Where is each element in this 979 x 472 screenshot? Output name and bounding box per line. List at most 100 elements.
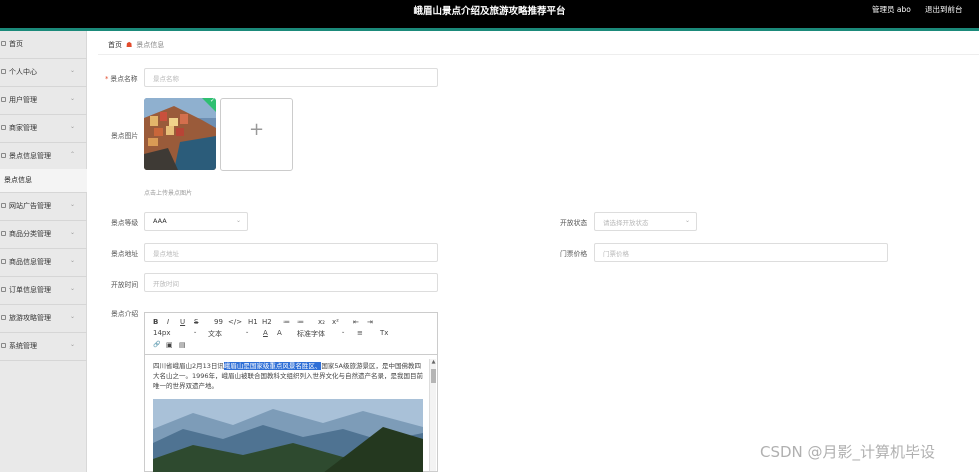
home-icon <box>1 41 6 46</box>
order-icon <box>1 287 6 292</box>
level-value: AAA <box>153 217 167 225</box>
sidebar-item-products[interactable]: 商品信息管理 ⌄ <box>0 249 87 277</box>
chevron-down-icon: ⌄ <box>684 217 690 224</box>
ordered-list-button[interactable]: ≔ <box>283 318 290 326</box>
link-icon[interactable]: 🔗 <box>153 341 160 348</box>
users-icon <box>1 97 6 102</box>
home-icon: ☗ <box>126 41 133 49</box>
category-icon <box>1 231 6 236</box>
level-select[interactable]: AAA ⌄ <box>144 212 248 231</box>
sidebar-item-label: 订单信息管理 <box>9 286 51 294</box>
chevron-down-icon: ⌄ <box>70 341 76 348</box>
product-icon <box>1 259 6 264</box>
uploaded-image-thumbnail[interactable]: ✓ <box>144 98 216 170</box>
chevron-down-icon: ⌄ <box>193 329 198 335</box>
sidebar-item-guides[interactable]: 旅游攻略管理 ⌄ <box>0 305 87 333</box>
text-style-select[interactable]: 文本 <box>208 329 222 339</box>
font-color-button[interactable]: A <box>263 329 268 337</box>
sidebar-item-scenic[interactable]: 景点信息管理 ⌃ <box>0 143 87 171</box>
mountain-image <box>153 399 423 472</box>
content-text: 四川省峨眉山2月13日讯 <box>153 362 224 370</box>
watermark: CSDN @月影_计算机毕设 <box>760 443 936 461</box>
upload-tip: 点击上传景点图片 <box>144 190 193 197</box>
sidebar-item-ads[interactable]: 网站广告管理 ⌄ <box>0 193 87 221</box>
status-select[interactable]: 请选择开放状态 ⌄ <box>594 212 697 231</box>
sidebar-item-product-category[interactable]: 商品分类管理 ⌄ <box>0 221 87 249</box>
image-icon[interactable]: ▣ <box>166 341 173 349</box>
chevron-down-icon: ⌄ <box>341 329 346 335</box>
shop-icon <box>1 125 6 130</box>
sidebar-subitem-scenic-info[interactable]: 景点信息 <box>0 169 87 193</box>
name-placeholder: 景点名称 <box>153 75 179 83</box>
outdent-button[interactable]: ⇤ <box>353 318 359 326</box>
sidebar-item-label: 个人中心 <box>9 68 37 76</box>
level-label: 景点等级 <box>111 219 139 227</box>
hours-input[interactable]: 开放时间 <box>144 273 438 292</box>
italic-button[interactable]: I <box>167 318 169 326</box>
settings-icon <box>1 343 6 348</box>
chevron-down-icon: ⌄ <box>245 329 250 335</box>
editor-toolbar: B I U S 99 </> H1 H2 ≔ ≔ x₂ x² ⇤ ⇥ 14px … <box>145 313 437 355</box>
font-size-select[interactable]: 14px <box>153 329 171 337</box>
h1-button[interactable]: H1 <box>248 318 258 326</box>
sidebar-item-users[interactable]: 用户管理 ⌄ <box>0 87 87 115</box>
check-icon: ✓ <box>209 98 215 104</box>
address-label: 景点地址 <box>111 250 139 258</box>
font-family-select[interactable]: 标准字体 <box>297 329 325 339</box>
bullet-list-button[interactable]: ≔ <box>297 318 304 326</box>
sidebar-item-home[interactable]: 首页 <box>0 31 87 59</box>
code-button[interactable]: </> <box>228 318 242 326</box>
bold-button[interactable]: B <box>153 318 158 326</box>
logout-link[interactable]: 退出到前台 <box>925 4 963 15</box>
status-placeholder: 请选择开放状态 <box>603 219 649 227</box>
h2-button[interactable]: H2 <box>262 318 272 326</box>
underline-button[interactable]: U <box>180 318 185 326</box>
chevron-down-icon: ⌄ <box>70 123 76 130</box>
strike-button[interactable]: S <box>194 318 198 326</box>
chevron-down-icon: ⌄ <box>70 95 76 102</box>
sidebar-item-label: 系统管理 <box>9 342 37 350</box>
chevron-down-icon: ⌄ <box>70 257 76 264</box>
chevron-up-icon: ⌃ <box>70 151 76 158</box>
editor-content[interactable]: 四川省峨眉山2月13日讯峨眉山是国家级重点风景名胜区、国家5A级旅游景区，是中国… <box>153 361 425 391</box>
sidebar-item-system[interactable]: 系统管理 ⌄ <box>0 333 87 361</box>
background-color-button[interactable]: A <box>277 329 282 337</box>
selected-text: 峨眉山是国家级重点风景名胜区、 <box>223 362 322 370</box>
sidebar-item-label: 商家管理 <box>9 124 37 132</box>
subscript-button[interactable]: x₂ <box>318 318 325 326</box>
indent-button[interactable]: ⇥ <box>367 318 373 326</box>
address-input[interactable]: 景点地址 <box>144 243 438 262</box>
editor-embedded-image[interactable] <box>153 399 423 472</box>
align-button[interactable]: ≡ <box>357 329 363 337</box>
price-input[interactable]: 门票价格 <box>594 243 888 262</box>
divider <box>98 54 979 55</box>
sidebar-item-label: 首页 <box>9 40 23 48</box>
sidebar-item-orders[interactable]: 订单信息管理 ⌄ <box>0 277 87 305</box>
image-upload-button[interactable]: + <box>220 98 293 171</box>
editor-scrollbar[interactable]: ▲ <box>429 359 436 471</box>
user-icon <box>1 69 6 74</box>
sidebar-item-label: 景点信息管理 <box>9 152 51 160</box>
address-placeholder: 景点地址 <box>153 250 179 258</box>
name-input[interactable]: 景点名称 <box>144 68 438 87</box>
scrollbar-thumb[interactable] <box>431 369 436 383</box>
guide-icon <box>1 315 6 320</box>
chevron-down-icon: ⌄ <box>70 285 76 292</box>
scroll-up-icon[interactable]: ▲ <box>430 359 437 365</box>
chevron-down-icon: ⌄ <box>70 67 76 74</box>
sidebar-item-merchants[interactable]: 商家管理 ⌄ <box>0 115 87 143</box>
top-header: 峨眉山景点介绍及旅游攻略推荐平台 管理员 abo 退出到前台 <box>0 0 979 31</box>
sidebar-item-label: 网站广告管理 <box>9 202 51 210</box>
hours-placeholder: 开放时间 <box>153 280 179 288</box>
sidebar-item-personal[interactable]: 个人中心 ⌄ <box>0 59 87 87</box>
superscript-button[interactable]: x² <box>332 318 339 326</box>
video-icon[interactable]: ▤ <box>179 341 186 349</box>
sidebar-item-label: 景点信息 <box>4 176 32 184</box>
price-placeholder: 门票价格 <box>603 250 629 258</box>
chevron-down-icon: ⌄ <box>235 217 241 224</box>
rich-text-editor[interactable]: B I U S 99 </> H1 H2 ≔ ≔ x₂ x² ⇤ ⇥ 14px … <box>144 312 438 472</box>
clear-format-button[interactable]: Tx <box>380 329 388 337</box>
blockquote-button[interactable]: 99 <box>214 318 223 326</box>
breadcrumb-home[interactable]: 首页 <box>108 41 122 49</box>
hours-label: 开放时间 <box>111 281 139 289</box>
